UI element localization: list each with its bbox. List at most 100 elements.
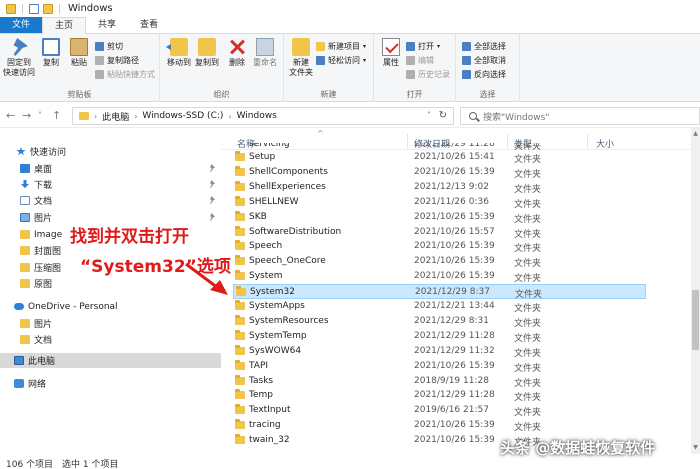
pin-icon[interactable] xyxy=(210,213,215,221)
search-input[interactable]: 搜索"Windows" xyxy=(460,107,700,125)
copy-path-button[interactable]: 复制路径 xyxy=(95,54,139,66)
cut-button[interactable]: 剪切 xyxy=(95,40,123,52)
tab-share[interactable]: 共享 xyxy=(86,17,128,33)
select-all-button[interactable]: 全部选择 xyxy=(462,40,506,52)
file-date: 2021/10/26 15:39 xyxy=(414,420,495,431)
pin-icon[interactable] xyxy=(210,164,215,172)
breadcrumb-this-pc[interactable]: 此电脑 xyxy=(102,110,129,123)
chevron-down-icon[interactable]: ˅ xyxy=(427,111,431,120)
sidebar-item-this-pc[interactable]: 此电脑 xyxy=(0,353,221,368)
file-date: 2021/12/29 11:28 xyxy=(414,143,495,149)
table-row[interactable]: System 2021/10/26 15:39 文件夹 xyxy=(233,269,646,284)
tab-file[interactable]: 文件 xyxy=(0,17,43,33)
clipboard-group: 固定到 快速访问 复制 粘贴 剪切 复制路径 粘贴快捷方式 剪贴板 xyxy=(0,34,160,102)
table-row[interactable]: ShellExperiences 2021/12/13 9:02 文件夹 xyxy=(233,180,646,195)
table-row[interactable]: System32 2021/12/29 8:37 文件夹 xyxy=(233,284,646,300)
history-button[interactable]: 历史记录 xyxy=(406,68,450,80)
invert-selection-button[interactable]: 反向选择 xyxy=(462,68,506,80)
table-row[interactable]: SysWOW64 2021/12/29 11:32 文件夹 xyxy=(233,344,646,359)
table-row[interactable]: SystemApps 2021/12/21 13:44 文件夹 xyxy=(233,299,646,314)
chevron-right-icon[interactable]: › xyxy=(134,112,137,121)
table-row[interactable]: SystemResources 2021/12/29 8:31 文件夹 xyxy=(233,314,646,329)
table-row[interactable]: Speech 2021/10/26 15:39 文件夹 xyxy=(233,239,646,254)
up-arrow-icon[interactable]: ↑ xyxy=(52,109,61,123)
path-box[interactable]: › 此电脑 › Windows-SSD (C:) › Windows ˅ ↻ xyxy=(72,107,454,125)
forward-arrow-icon[interactable]: → xyxy=(22,109,31,123)
table-row[interactable]: SKB 2021/10/26 15:39 文件夹 xyxy=(233,210,646,225)
invert-selection-label: 反向选择 xyxy=(474,69,506,79)
sidebar-item-network[interactable]: 网络 xyxy=(0,376,221,391)
sidebar-item-label: 原图 xyxy=(34,280,53,290)
sidebar-item-onedrive[interactable]: OneDrive - Personal xyxy=(0,299,221,314)
paste-label: 粘贴 xyxy=(71,58,87,67)
table-row[interactable]: Temp 2021/12/29 11:28 文件夹 xyxy=(233,388,646,403)
open-button[interactable]: 打开 ▾ xyxy=(406,40,440,52)
pin-quick-access-button[interactable]: 固定到 快速访问 xyxy=(2,38,36,78)
paste-button[interactable]: 粘贴 xyxy=(62,38,96,68)
breadcrumb-windows[interactable]: Windows xyxy=(237,111,277,121)
vertical-scrollbar[interactable]: ▲ ▼ xyxy=(691,128,700,454)
sidebar-item-onedrive-documents[interactable]: 文档 xyxy=(0,332,221,347)
paste-shortcut-button[interactable]: 粘贴快捷方式 xyxy=(95,68,155,80)
sidebar-item-documents[interactable]: 文档 xyxy=(0,193,221,208)
tab-home[interactable]: 主页 xyxy=(42,17,87,35)
file-type: 文件夹 xyxy=(514,393,542,404)
sidebar-item-desktop[interactable]: 桌面 xyxy=(0,161,221,176)
new-folder-quick-icon[interactable] xyxy=(43,3,53,14)
table-row[interactable]: Speech_OneCore 2021/10/26 15:39 文件夹 xyxy=(233,254,646,269)
document-icon xyxy=(20,196,30,205)
properties-button[interactable]: 属性 xyxy=(374,38,408,68)
edit-button[interactable]: 编辑 xyxy=(406,54,434,66)
folder-icon xyxy=(20,263,30,272)
sidebar-item-onedrive-pictures[interactable]: 图片 xyxy=(0,316,221,331)
folder-icon xyxy=(235,151,245,161)
select-none-button[interactable]: 全部取消 xyxy=(462,54,506,66)
file-name: Setup xyxy=(249,152,276,162)
file-type: 文件夹 xyxy=(514,348,542,359)
back-arrow-icon[interactable]: ← xyxy=(6,109,15,123)
new-folder-button[interactable]: 新建 文件夹 xyxy=(284,38,318,78)
table-row[interactable]: TAPI 2021/10/26 15:39 文件夹 xyxy=(233,359,646,374)
history-icon xyxy=(406,69,415,79)
scroll-down-icon[interactable]: ▼ xyxy=(692,444,699,452)
table-row[interactable]: ShellComponents 2021/10/26 15:39 文件夹 xyxy=(233,165,646,180)
ribbon-tabs: 文件 主页 共享 查看 xyxy=(0,17,700,35)
folder-icon xyxy=(235,434,245,445)
table-row[interactable]: SystemTemp 2021/12/29 11:28 文件夹 xyxy=(233,329,646,344)
rename-button[interactable]: 重命名 xyxy=(248,38,282,68)
chevron-right-icon[interactable]: › xyxy=(94,112,97,121)
pin-icon[interactable] xyxy=(210,196,215,204)
sidebar-item-downloads[interactable]: 下载 xyxy=(0,177,221,192)
sidebar-item-label: Image xyxy=(34,229,63,240)
scroll-thumb[interactable] xyxy=(692,290,699,350)
tab-view[interactable]: 查看 xyxy=(128,17,170,33)
table-row[interactable]: Tasks 2018/9/19 11:28 文件夹 xyxy=(233,374,646,389)
breadcrumb-drive[interactable]: Windows-SSD (C:) xyxy=(142,111,223,121)
easy-access-button[interactable]: 轻松访问 ▾ xyxy=(316,54,366,66)
file-name: servicing xyxy=(249,143,290,149)
folder-icon xyxy=(79,112,89,120)
sidebar-item-label: 下载 xyxy=(34,181,53,191)
sidebar-item-label: 网络 xyxy=(28,380,47,390)
table-row[interactable]: Setup 2021/10/26 15:41 文件夹 xyxy=(233,150,646,165)
table-row[interactable]: SoftwareDistribution 2021/10/26 15:57 文件夹 xyxy=(233,225,646,240)
copy-to-button[interactable]: 复制到 xyxy=(190,38,224,68)
folder-icon xyxy=(235,165,245,176)
scroll-up-icon[interactable]: ▲ xyxy=(692,130,699,138)
file-date: 2021/11/26 0:36 xyxy=(414,196,489,207)
sidebar-item-quick-access[interactable]: 快速访问 xyxy=(0,144,221,159)
folder-icon xyxy=(235,419,245,430)
table-row[interactable]: SHELLNEW 2021/11/26 0:36 文件夹 xyxy=(233,195,646,210)
folder-icon xyxy=(235,389,245,400)
new-group-label: 新建 xyxy=(320,90,337,99)
recent-chevron-down-icon[interactable]: ˅ xyxy=(38,109,42,123)
properties-quick-icon[interactable] xyxy=(29,3,39,14)
title-bar: Windows xyxy=(0,0,700,17)
pin-icon[interactable] xyxy=(210,180,215,188)
chevron-right-icon[interactable]: › xyxy=(228,112,231,121)
refresh-icon[interactable]: ↻ xyxy=(439,110,447,121)
table-row[interactable]: tracing 2021/10/26 15:39 文件夹 xyxy=(233,418,646,433)
new-item-button[interactable]: 新建项目 ▾ xyxy=(316,40,366,52)
file-name: Tasks xyxy=(249,375,274,386)
table-row[interactable]: TextInput 2019/6/16 21:57 文件夹 xyxy=(233,403,646,418)
